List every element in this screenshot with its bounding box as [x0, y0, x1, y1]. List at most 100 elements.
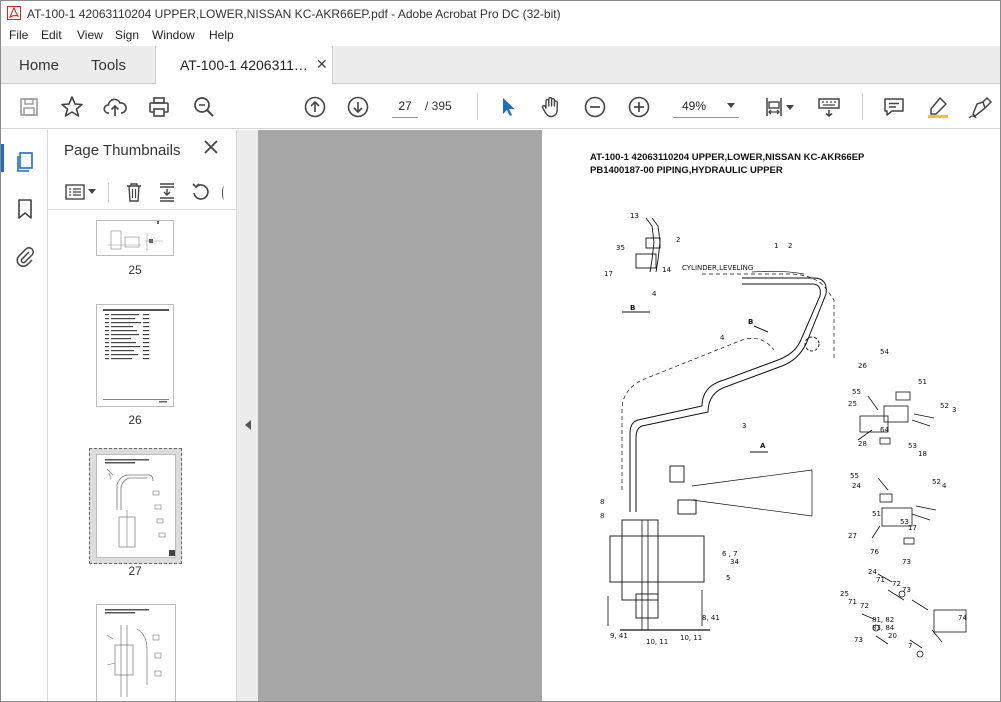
part-callout: 81, 82	[872, 616, 894, 624]
lower-valve	[635, 593, 659, 619]
toolbar-divider	[862, 93, 863, 120]
tab-document[interactable]: AT-100-1 4206311… ✕	[155, 46, 333, 85]
print-icon[interactable]	[146, 94, 172, 120]
menu-help[interactable]: Help	[209, 28, 234, 42]
part-callout: 3	[742, 422, 746, 430]
main-toolbar: 27 / 395 49%	[1, 84, 1000, 129]
part-callout: 55	[852, 388, 861, 396]
thumbnail-page-28[interactable]	[96, 604, 176, 701]
valve-fitting-2	[677, 499, 697, 515]
pdf-page: AT-100-1 42063110204 UPPER,LOWER,NISSAN …	[542, 130, 1000, 701]
part-callout: 4	[652, 290, 657, 298]
menu-sign[interactable]: Sign	[115, 28, 139, 42]
view-b-label: B	[748, 318, 753, 326]
highlight-pen-icon[interactable]	[925, 94, 951, 120]
sign-pen-icon[interactable]	[967, 94, 993, 120]
select-cursor-icon[interactable]	[495, 94, 521, 120]
rotate-page-icon[interactable]	[190, 181, 212, 203]
keyboard-scroll-icon[interactable]	[816, 94, 842, 120]
document-view[interactable]: AT-100-1 42063110204 UPPER,LOWER,NISSAN …	[258, 130, 1000, 701]
close-panel-icon[interactable]	[202, 138, 220, 156]
save-icon[interactable]	[16, 94, 42, 120]
toolbar-divider	[477, 93, 478, 120]
part-callout: 18	[918, 450, 927, 458]
boom-outline	[621, 273, 835, 490]
fit-page-icon[interactable]	[761, 94, 787, 120]
part-callout: 26	[858, 362, 867, 370]
thumbnail-page-25[interactable]	[96, 220, 174, 256]
part-callout: 14	[662, 266, 671, 274]
thumbnail-page-26[interactable]	[96, 304, 174, 407]
collapse-panel-arrow-icon[interactable]	[245, 420, 251, 430]
part-callout: 34	[730, 558, 739, 566]
menu-file[interactable]: File	[9, 28, 28, 42]
bookmark-star-icon[interactable]	[59, 94, 85, 120]
part-callout: 72	[892, 580, 901, 588]
part-callout: 13	[630, 212, 639, 220]
more-tools-icon[interactable]	[222, 186, 226, 200]
part-callout: 10, 11	[680, 634, 702, 642]
toolbar-divider	[108, 183, 109, 203]
part-callout: 8, 41	[702, 614, 720, 622]
cylinder-hose	[751, 270, 805, 275]
part-callout: 25	[840, 590, 849, 598]
hydraulic-pipe-2	[629, 283, 821, 512]
tab-home[interactable]: Home	[19, 57, 59, 74]
thumbnail-label-27: 27	[128, 564, 142, 578]
part-callout: 51	[918, 378, 927, 386]
part-callout: 51	[872, 510, 881, 518]
comment-icon[interactable]	[881, 94, 907, 120]
fit-page-dropdown-icon[interactable]	[785, 94, 795, 120]
page-number-input[interactable]: 27	[392, 94, 418, 118]
delete-trash-icon[interactable]	[123, 181, 145, 203]
part-callout: 17	[604, 270, 613, 278]
part-callout: 73	[902, 558, 911, 566]
page-preview-drawing	[105, 609, 162, 697]
bookmarks-icon[interactable]	[13, 197, 37, 221]
part-callout: 2	[676, 236, 680, 244]
page-thumbnails-panel: Page Thumbnails 25 26 27	[48, 130, 279, 701]
previous-page-icon[interactable]	[302, 94, 328, 120]
hydraulic-piping-drawing: CYLINDER,LEVELING B B A 13 2 35 14 17 4 …	[600, 212, 967, 658]
part-callout: 4	[720, 334, 725, 342]
acrobat-app-icon	[7, 6, 21, 20]
part-callout: 71	[876, 576, 885, 584]
part-callout: 7	[908, 642, 912, 650]
next-page-icon[interactable]	[345, 94, 371, 120]
part-callout: 4	[942, 482, 947, 490]
extract-pages-icon[interactable]	[156, 181, 178, 203]
page-total: / 395	[425, 99, 452, 113]
thumbnail-page-27[interactable]	[96, 454, 176, 558]
view-a-label: A	[760, 442, 766, 450]
tab-tools[interactable]: Tools	[91, 57, 126, 74]
menu-view[interactable]: View	[77, 28, 103, 42]
chevron-down-icon[interactable]	[88, 189, 96, 195]
hand-tool-icon[interactable]	[538, 94, 564, 120]
part-callout: 24	[852, 482, 861, 490]
cylinder-label: CYLINDER,LEVELING	[682, 264, 753, 272]
page-preview-drawing	[107, 221, 163, 251]
zoom-level-select[interactable]: 49%	[673, 94, 739, 118]
zoom-in-icon[interactable]	[626, 94, 652, 120]
part-callout: 76	[870, 548, 879, 556]
page-thumbnails-icon[interactable]	[13, 150, 37, 174]
part-callout: 54	[880, 348, 889, 356]
hydraulic-pipe-1	[635, 277, 827, 512]
close-tab-icon[interactable]: ✕	[316, 56, 328, 73]
detail-a-callout	[691, 469, 813, 517]
zoom-out-icon[interactable]	[582, 94, 608, 120]
part-callout: 25	[848, 400, 857, 408]
menu-window[interactable]: Window	[152, 28, 195, 42]
part-callout: 3	[952, 406, 956, 414]
thumbnail-options-icon[interactable]	[64, 181, 86, 203]
zoom-search-icon[interactable]	[191, 94, 217, 120]
menu-edit[interactable]: Edit	[41, 28, 62, 42]
upload-cloud-icon[interactable]	[102, 94, 128, 120]
part-callout: 10, 11	[646, 638, 668, 646]
tab-document-label: AT-100-1 4206311…	[180, 57, 308, 73]
panel-splitter[interactable]	[236, 130, 258, 701]
page-heading-line1: AT-100-1 42063110204 UPPER,LOWER,NISSAN …	[590, 152, 865, 163]
part-callout: 9, 41	[610, 632, 628, 640]
thumbnail-label-26: 26	[128, 413, 142, 427]
attachments-paperclip-icon[interactable]	[13, 244, 37, 268]
